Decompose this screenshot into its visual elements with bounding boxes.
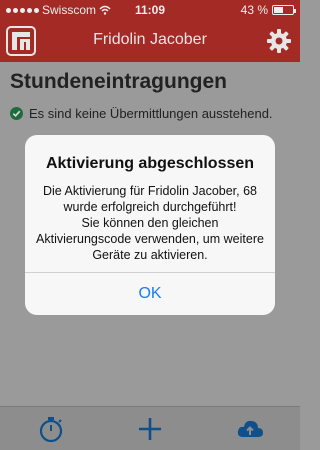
activation-dialog: Aktivierung abgeschlossen Die Aktivierun… xyxy=(25,135,275,315)
ok-button[interactable]: OK xyxy=(25,273,275,315)
dialog-title: Aktivierung abgeschlossen xyxy=(45,155,255,172)
dialog-message: Die Aktivierung für Fridolin Jacober, 68… xyxy=(36,184,264,262)
